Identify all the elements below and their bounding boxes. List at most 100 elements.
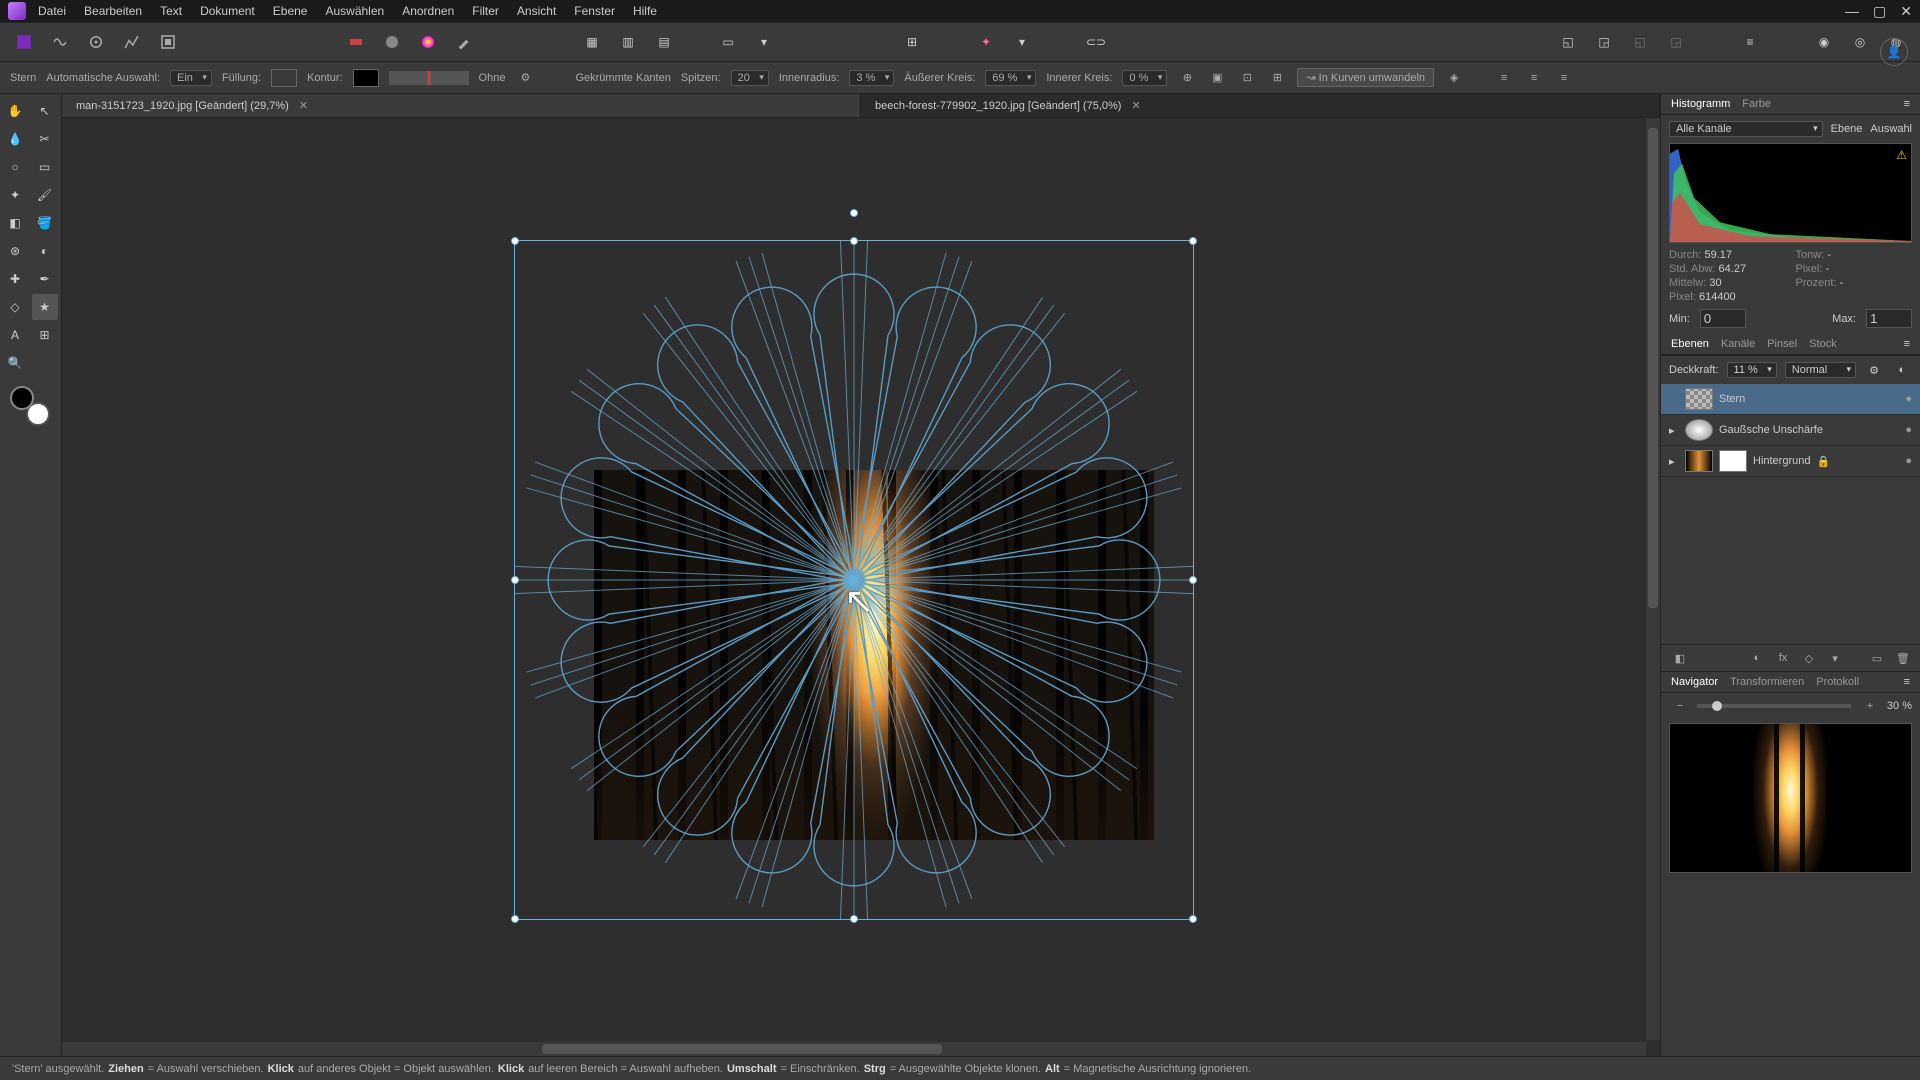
tab-histogram[interactable]: Histogramm [1671, 98, 1730, 110]
menu-dokument[interactable]: Dokument [200, 4, 255, 18]
dropdown-icon[interactable]: ▾ [750, 28, 778, 56]
menu-filter[interactable]: Filter [472, 4, 499, 18]
menu-auswaehlen[interactable]: Auswählen [325, 4, 384, 18]
tab-transform[interactable]: Transformieren [1730, 676, 1804, 688]
tab-stock[interactable]: Stock [1809, 338, 1837, 350]
fx-icon[interactable]: fx [1774, 649, 1792, 667]
layer-row-stern[interactable]: Stern ● [1661, 384, 1920, 415]
shape-tool-icon[interactable]: ★ [32, 294, 58, 320]
transform-mode-icon[interactable]: ▣ [1207, 68, 1227, 88]
zoom-slider[interactable] [1697, 704, 1851, 708]
opacity-input[interactable]: 11 % [1727, 362, 1777, 378]
selection-bbox[interactable] [514, 240, 1194, 920]
hist-max-input[interactable] [1866, 309, 1912, 328]
persona-photo-icon[interactable] [10, 28, 38, 56]
color-picker-tool-icon[interactable]: 💧 [2, 126, 28, 152]
pen-tool-icon[interactable]: ✒ [32, 266, 58, 292]
layer-visibility-icon[interactable]: ● [1905, 393, 1912, 405]
doc-tab-1-close-icon[interactable]: ✕ [299, 99, 308, 112]
add-layer-icon[interactable]: ◉ [1810, 28, 1838, 56]
order-backward-icon[interactable]: ◲ [1662, 28, 1690, 56]
blend-mode-select[interactable]: Normal [1785, 362, 1856, 378]
fill-swatch[interactable] [271, 69, 297, 87]
menu-hilfe[interactable]: Hilfe [633, 4, 657, 18]
doc-setup-icon[interactable]: ▭ [714, 28, 742, 56]
horizontal-scrollbar[interactable] [62, 1042, 1646, 1056]
align-center-icon[interactable]: ≡ [1524, 68, 1544, 88]
arrange-icon[interactable]: ⊞ [898, 28, 926, 56]
snapping-dropdown-icon[interactable]: ▾ [1008, 28, 1036, 56]
live-filter-icon[interactable]: ◇ [1800, 649, 1818, 667]
tab-layers[interactable]: Ebenen [1671, 338, 1709, 350]
mesh-tool-icon[interactable]: ⊞ [32, 322, 58, 348]
swatches-icon[interactable] [342, 28, 370, 56]
lock-icon[interactable]: ⊂⊃ [1082, 28, 1110, 56]
persona-develop-icon[interactable] [82, 28, 110, 56]
node-tool-icon[interactable]: ◇ [2, 294, 28, 320]
bbox-handle-tr[interactable] [1189, 237, 1197, 245]
crop-layer-icon[interactable]: ◎ [1846, 28, 1874, 56]
menu-bearbeiten[interactable]: Bearbeiten [84, 4, 142, 18]
foreground-color-swatch[interactable] [10, 386, 34, 410]
settings-icon[interactable]: ⚙ [515, 68, 535, 88]
quick-fx-icon[interactable]: ◈ [1444, 68, 1464, 88]
align-icon[interactable]: ≡ [1736, 28, 1764, 56]
layer-visibility-icon[interactable]: ● [1905, 424, 1912, 436]
tab-history[interactable]: Protokoll [1816, 676, 1859, 688]
hide-selection-icon[interactable]: ⊡ [1237, 68, 1257, 88]
align-left-icon[interactable]: ≡ [1494, 68, 1514, 88]
crop-tool-icon[interactable]: ✂ [32, 126, 58, 152]
doc-tab-1[interactable]: man-3151723_1920.jpg [Geändert] (29,7%) … [62, 94, 861, 117]
zoom-tool-icon[interactable]: 🔍 [2, 350, 28, 376]
doc-tab-2[interactable]: beech-forest-779902_1920.jpg [Geändert] … [861, 94, 1660, 117]
tab-brushes[interactable]: Pinsel [1767, 338, 1797, 350]
dodge-tool-icon[interactable]: ◐ [32, 238, 58, 264]
inner-radius-input[interactable]: 3 % [849, 70, 894, 86]
color-swatches[interactable] [10, 386, 50, 426]
menu-text[interactable]: Text [160, 4, 182, 18]
inner-circle-input[interactable]: 0 % [1122, 70, 1167, 86]
order-front-icon[interactable]: ◱ [1554, 28, 1582, 56]
erase-tool-icon[interactable]: ◧ [2, 210, 28, 236]
layer-lock-icon[interactable]: 🔒 [1816, 455, 1830, 468]
layers-panel-menu-icon[interactable]: ≡ [1904, 338, 1910, 350]
grid-double-icon[interactable]: ▥ [614, 28, 642, 56]
menu-ebene[interactable]: Ebene [273, 4, 308, 18]
cycle-select-icon[interactable]: ⊞ [1267, 68, 1287, 88]
navigator-preview[interactable] [1669, 723, 1912, 873]
persona-liquify-icon[interactable] [46, 28, 74, 56]
stroke-width-slider[interactable] [389, 71, 469, 85]
adjustment-icon[interactable]: ◐ [1748, 649, 1766, 667]
order-forward-icon[interactable]: ◱ [1626, 28, 1654, 56]
outer-circle-input[interactable]: 69 % [985, 70, 1036, 86]
convert-curves-button[interactable]: ↝ In Kurven umwandeln [1297, 68, 1434, 87]
persona-tone-icon[interactable] [118, 28, 146, 56]
snapping-icon[interactable]: ✦ [972, 28, 1000, 56]
layer-row-background[interactable]: ▸ Hintergrund 🔒 ● [1661, 446, 1920, 477]
zoom-out-icon[interactable]: − [1671, 697, 1689, 715]
bbox-handle-bl[interactable] [511, 915, 519, 923]
persona-export-icon[interactable] [154, 28, 182, 56]
selection-brush-tool-icon[interactable]: ○ [2, 154, 28, 180]
autoselect-select[interactable]: Ein [170, 70, 212, 86]
move-tool-icon[interactable]: ↖ [32, 98, 58, 124]
transform-origin-icon[interactable]: ⊕ [1177, 68, 1197, 88]
add-layer-icon[interactable]: ▭ [1868, 649, 1886, 667]
healing-tool-icon[interactable]: ✚ [2, 266, 28, 292]
menu-datei[interactable]: Datei [38, 4, 66, 18]
tab-navigator[interactable]: Navigator [1671, 676, 1718, 688]
vertical-scrollbar[interactable] [1646, 118, 1660, 1040]
bbox-handle-ml[interactable] [511, 576, 519, 584]
brush-tool-icon[interactable]: 🖌 [32, 182, 58, 208]
close-button[interactable]: ✕ [1900, 3, 1912, 20]
hist-scope-layer[interactable]: Ebene [1831, 123, 1863, 135]
menu-anordnen[interactable]: Anordnen [402, 4, 454, 18]
tag-icon[interactable]: ▾ [1826, 649, 1844, 667]
color-wheel-icon[interactable] [414, 28, 442, 56]
zoom-in-icon[interactable]: + [1861, 697, 1879, 715]
flood-select-tool-icon[interactable]: ✦ [2, 182, 28, 208]
bbox-handle-tl[interactable] [511, 237, 519, 245]
tab-color[interactable]: Farbe [1742, 98, 1771, 110]
menu-fenster[interactable]: Fenster [574, 4, 615, 18]
hand-tool-icon[interactable]: ✋ [2, 98, 28, 124]
